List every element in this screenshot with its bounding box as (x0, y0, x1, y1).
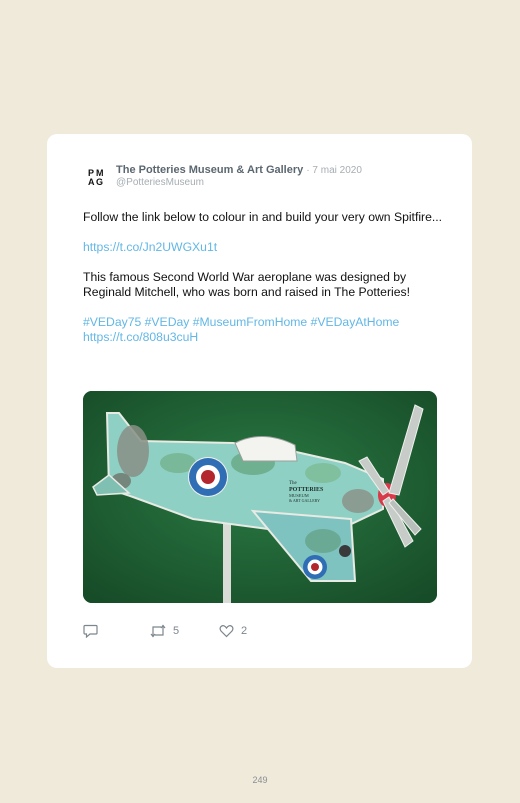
tweet-paragraph-1: Follow the link below to colour in and b… (83, 210, 443, 224)
page-number: 249 (252, 775, 268, 785)
heart-icon (219, 624, 234, 638)
tweet-paragraph-2: This famous Second World War aeroplane w… (83, 270, 410, 299)
tweet-date[interactable]: · 7 mai 2020 (306, 165, 362, 176)
paper-spitfire-photo: The POTTERIES MUSEUM & ART GALLERY (83, 391, 437, 603)
tweet-link-1[interactable]: https://t.co/Jn2UWGXu1t (83, 240, 448, 255)
svg-text:G: G (96, 177, 103, 187)
svg-text:A: A (88, 177, 95, 187)
decal-line-1: The (289, 481, 298, 486)
tweet-actions: 5 2 (83, 624, 383, 640)
like-button[interactable]: 2 (219, 624, 247, 638)
tweet-text: Follow the link below to colour in and b… (83, 210, 448, 360)
tweet-media-photo[interactable]: The POTTERIES MUSEUM & ART GALLERY (83, 391, 437, 603)
author-handle[interactable]: @PotteriesMuseum (116, 177, 204, 188)
tweet-card: P M A G The Potteries Museum & Art Galle… (47, 134, 472, 668)
reply-button[interactable] (83, 624, 105, 638)
tweet-hashtags[interactable]: #VEDay75 #VEDay #MuseumFromHome #VEDayAt… (83, 315, 448, 330)
like-count: 2 (241, 625, 248, 637)
decal-line-4: & ART GALLERY (289, 498, 320, 503)
tweet-link-2[interactable]: https://t.co/808u3cuH (83, 330, 448, 345)
reply-icon (83, 624, 98, 638)
retweet-icon (150, 624, 166, 638)
retweet-button[interactable]: 5 (150, 624, 179, 638)
author-name[interactable]: The Potteries Museum & Art Gallery (116, 164, 303, 176)
retweet-count: 5 (173, 625, 180, 637)
author-line: The Potteries Museum & Art Gallery · 7 m… (116, 164, 362, 176)
pmag-logo-icon[interactable]: P M A G (87, 167, 107, 187)
